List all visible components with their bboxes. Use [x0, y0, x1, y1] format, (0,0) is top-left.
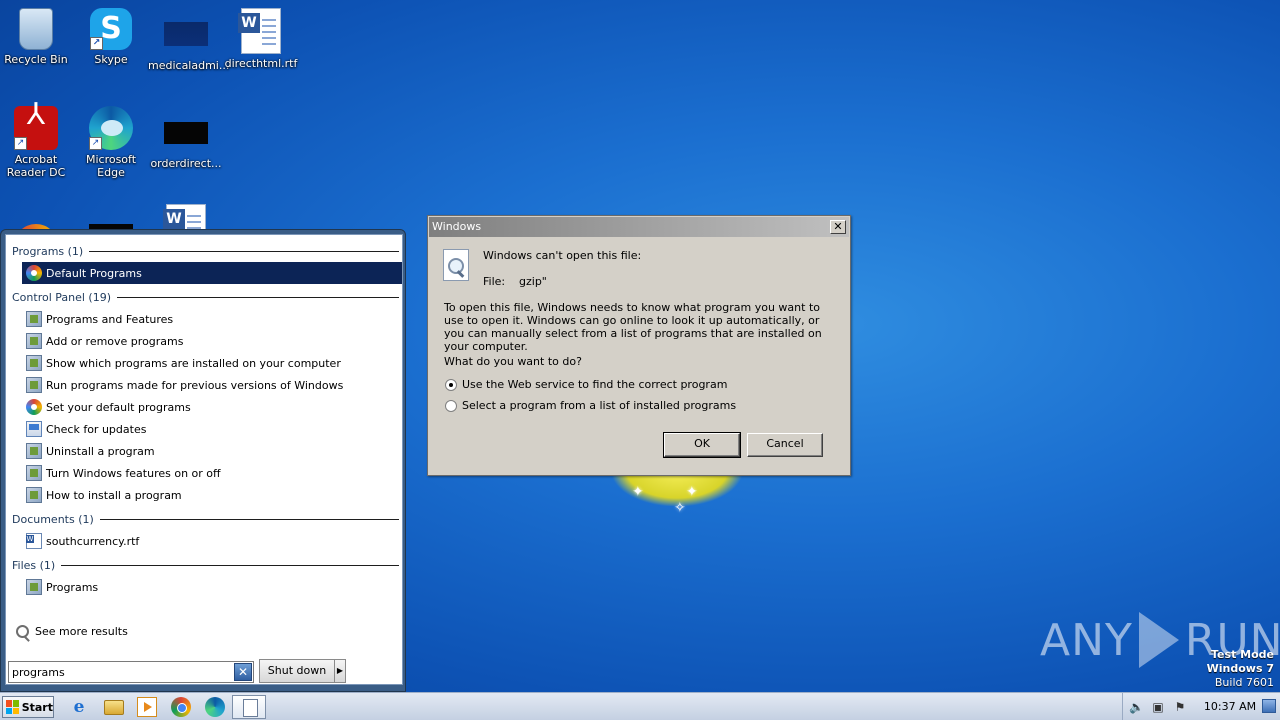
default-programs-icon — [26, 399, 42, 415]
desktop-icon-label: Recycle Bin — [4, 53, 68, 66]
control-panel-icon — [26, 443, 42, 459]
media-player-icon[interactable] — [137, 697, 157, 717]
result-programs-and-features[interactable]: Programs and Features — [22, 308, 402, 330]
control-panel-icon — [26, 465, 42, 481]
desktop-icon-skype[interactable]: S ↗ Skype — [73, 8, 149, 66]
windows-logo-icon — [6, 700, 19, 714]
group-header-programs: Programs (1) — [12, 245, 399, 258]
skype-icon: S ↗ — [90, 8, 132, 50]
folder-icon — [26, 579, 42, 595]
desktop-icon-label: Microsoft Edge — [85, 153, 137, 179]
show-desktop-icon[interactable] — [1262, 699, 1276, 713]
start-button[interactable]: Start — [2, 696, 54, 718]
result-default-programs[interactable]: Default Programs — [22, 262, 402, 284]
file-search-icon — [443, 249, 469, 281]
test-mode-watermark: Test Mode Windows 7 Build 7601 — [1206, 648, 1274, 689]
result-add-remove-programs[interactable]: Add or remove programs — [22, 330, 402, 352]
option-installed-list[interactable]: Select a program from a list of installe… — [445, 399, 736, 412]
search-icon — [16, 625, 29, 638]
desktop-icon-label: medicaladmi... — [148, 59, 230, 72]
desktop-icon-edge[interactable]: ↗ Microsoft Edge — [73, 106, 149, 179]
file-icon — [164, 22, 208, 46]
system-tray: 🔈 ▣ ⚑ — [1122, 693, 1187, 720]
clock[interactable]: 10:37 AM — [1200, 700, 1260, 713]
acrobat-icon: ↗ — [14, 106, 58, 150]
desktop-icon-recycle-bin[interactable]: Recycle Bin — [0, 8, 74, 66]
desktop-icon-acrobat[interactable]: ↗ Acrobat Reader DC — [0, 106, 74, 179]
close-icon[interactable]: ✕ — [830, 220, 846, 234]
start-search-box: ✕ — [8, 661, 254, 683]
result-how-to-install[interactable]: How to install a program — [22, 484, 402, 506]
clear-search-icon[interactable]: ✕ — [234, 663, 252, 681]
word-doc-icon — [238, 8, 281, 54]
sparkle-icon: ✦ — [686, 484, 698, 500]
file-icon — [164, 122, 208, 144]
desktop-icon-label: Acrobat Reader DC — [6, 153, 66, 179]
network-icon[interactable]: ▣ — [1151, 700, 1165, 714]
dialog-heading: Windows can't open this file: — [483, 249, 642, 262]
sparkle-icon: ✧ — [674, 500, 686, 516]
result-windows-features[interactable]: Turn Windows features on or off — [22, 462, 402, 484]
play-logo-icon — [1138, 612, 1179, 668]
result-run-older-programs[interactable]: Run programs made for previous versions … — [22, 374, 402, 396]
dialog-title-bar[interactable]: Windows ✕ — [429, 217, 849, 237]
file-label: File: — [483, 275, 506, 288]
edge-icon[interactable] — [205, 697, 225, 717]
desktop-icon-label: Skype — [94, 53, 128, 66]
internet-explorer-icon[interactable]: e — [69, 697, 89, 717]
group-header-files: Files (1) — [12, 559, 399, 572]
dialog-title: Windows — [432, 220, 482, 233]
shortcut-arrow-icon: ↗ — [89, 137, 102, 150]
result-set-default-programs[interactable]: Set your default programs — [22, 396, 402, 418]
edge-icon: ↗ — [89, 106, 133, 150]
sparkle-icon: ✦ — [632, 484, 644, 500]
dialog-question: What do you want to do? — [444, 355, 582, 368]
start-search-input[interactable] — [9, 665, 229, 679]
action-center-flag-icon[interactable]: ⚑ — [1173, 700, 1187, 714]
windows-update-icon — [26, 421, 42, 437]
search-results-panel: Programs (1) Default Programs Control Pa… — [5, 234, 403, 685]
control-panel-icon — [26, 487, 42, 503]
desktop-icon-medicaladmi[interactable]: medicaladmi... — [148, 8, 230, 72]
dialog-explanation: To open this file, Windows needs to know… — [444, 301, 822, 353]
control-panel-icon — [26, 311, 42, 327]
start-menu-bottom: ✕ Shut down ▶ — [5, 656, 403, 686]
group-header-documents: Documents (1) — [12, 513, 399, 526]
chrome-icon[interactable] — [171, 697, 191, 717]
control-panel-icon — [26, 377, 42, 393]
file-explorer-icon[interactable] — [104, 700, 124, 715]
ok-button[interactable]: OK — [663, 432, 741, 458]
recycle-bin-icon — [19, 8, 53, 50]
file-name: gzip" — [519, 275, 547, 288]
start-menu: Programs (1) Default Programs Control Pa… — [0, 229, 406, 692]
result-southcurrency[interactable]: southcurrency.rtf — [22, 530, 402, 552]
desktop-icon-label: directhtml.rtf — [224, 57, 298, 70]
shutdown-options-arrow-icon[interactable]: ▶ — [334, 659, 346, 683]
cancel-button[interactable]: Cancel — [747, 433, 823, 457]
taskbar-active-window[interactable] — [232, 695, 266, 719]
speaker-icon[interactable]: 🔈 — [1129, 700, 1144, 714]
see-more-results[interactable]: See more results — [16, 625, 128, 638]
radio-unselected[interactable] — [445, 399, 457, 412]
control-panel-icon — [26, 355, 42, 371]
default-programs-icon — [26, 265, 42, 281]
control-panel-icon — [26, 333, 42, 349]
result-uninstall-program[interactable]: Uninstall a program — [22, 440, 402, 462]
desktop-icon-orderdirect[interactable]: orderdirect... — [148, 106, 224, 170]
option-web-service[interactable]: Use the Web service to find the correct … — [445, 378, 727, 391]
shortcut-arrow-icon: ↗ — [90, 37, 103, 50]
shortcut-arrow-icon: ↗ — [14, 137, 27, 150]
shutdown-button[interactable]: Shut down — [259, 659, 335, 683]
radio-selected[interactable] — [445, 378, 457, 391]
result-programs-folder[interactable]: Programs — [22, 576, 402, 598]
result-show-installed-programs[interactable]: Show which programs are installed on you… — [22, 352, 402, 374]
result-check-for-updates[interactable]: Check for updates — [22, 418, 402, 440]
group-header-control-panel: Control Panel (19) — [12, 291, 399, 304]
taskbar: Start e 🔈 ▣ ⚑ 10:37 AM — [0, 692, 1280, 720]
open-with-dialog: Windows ✕ Windows can't open this file: … — [427, 215, 851, 476]
desktop-icon-label: orderdirect... — [150, 157, 222, 170]
desktop-icon-directhtml[interactable]: directhtml.rtf — [223, 8, 299, 70]
word-doc-icon — [26, 533, 42, 549]
